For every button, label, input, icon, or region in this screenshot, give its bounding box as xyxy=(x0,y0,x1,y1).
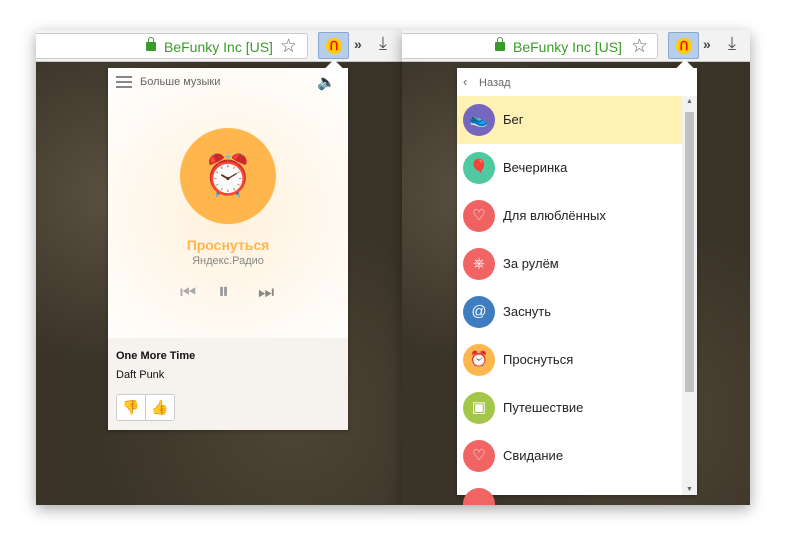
stations-popup: ‹ Назад 👟 Бег 🎈 Вечеринка ♡ Для влюблённых ⎈ За… xyxy=(457,59,697,505)
yandex-radio-extension-button[interactable]: ᑎ xyxy=(668,32,699,59)
station-item[interactable]: ⎈ За рулём xyxy=(457,240,682,288)
station-label: Для влюблённых xyxy=(503,208,606,223)
track-artist: Daft Punk xyxy=(116,369,165,381)
menu-icon[interactable] xyxy=(116,76,132,88)
screenshot-stations: BeFunky Inc [US] ☆ ᑎ » ⤓ ‹ Назад 👟 Бег 🎈 Ве… xyxy=(402,30,750,505)
lock-icon xyxy=(146,37,156,51)
volume-icon[interactable]: 🔈 xyxy=(317,73,336,91)
player-popup: Больше музыки 🔈 ⏰ Проснуться Яндекс.Ради… xyxy=(108,59,348,430)
station-label: Заснуть xyxy=(503,304,551,319)
steering-wheel-icon: ⎈ xyxy=(463,248,495,280)
balloon-icon: 🎈 xyxy=(463,152,495,184)
alarm-clock-icon[interactable]: ⏰ xyxy=(180,128,276,224)
station-item[interactable]: ▣ Путешествие xyxy=(457,384,682,432)
bookmark-star-icon[interactable]: ☆ xyxy=(631,35,648,58)
headphones-icon: ᑎ xyxy=(326,38,342,54)
alarm-clock-icon: ⏰ xyxy=(463,344,495,376)
station-label: Вечеринка xyxy=(503,160,568,175)
pause-icon[interactable]: ⏸ xyxy=(218,278,229,304)
station-label: Проснуться xyxy=(503,352,574,367)
download-icon[interactable]: ⤓ xyxy=(379,33,387,54)
scroll-up-icon[interactable]: ▲ xyxy=(682,98,697,105)
station-name: Проснуться xyxy=(186,237,270,253)
hearts-icon: ♡ xyxy=(463,440,495,472)
station-item[interactable]: @ Заснуть xyxy=(457,288,682,336)
station-item[interactable]: ♡ Для влюблённых xyxy=(457,192,682,240)
overflow-chevron-icon[interactable]: » xyxy=(354,36,362,52)
bookmark-star-icon[interactable]: ☆ xyxy=(280,35,297,58)
spiral-icon: @ xyxy=(463,296,495,328)
download-icon[interactable]: ⤓ xyxy=(728,33,736,54)
site-identity: BeFunky Inc [US] xyxy=(164,39,273,55)
previous-icon[interactable]: ⏮ xyxy=(180,282,196,303)
station-item[interactable]: 👟 Бег xyxy=(457,96,682,144)
yandex-radio-extension-button[interactable]: ᑎ xyxy=(318,32,349,59)
screenshot-player: BeFunky Inc [US] ☆ ᑎ » ⤓ Больше музыки 🔈… xyxy=(36,30,402,505)
backpack-icon: ▣ xyxy=(463,392,495,424)
track-info: One More Time Daft Punk 👎 👍 xyxy=(108,338,348,430)
station-item[interactable] xyxy=(457,480,682,505)
vote-buttons: 👎 👍 xyxy=(116,394,175,421)
station-item[interactable]: ♡ Свидание xyxy=(457,432,682,480)
station-item[interactable]: 🎈 Вечеринка xyxy=(457,144,682,192)
station-source: Яндекс.Радио xyxy=(192,255,264,267)
scrollbar-thumb[interactable] xyxy=(685,112,694,392)
chevron-left-icon: ‹ xyxy=(463,74,468,89)
address-bar[interactable]: BeFunky Inc [US] ☆ xyxy=(36,33,308,59)
back-label: Назад xyxy=(479,77,511,89)
browser-toolbar: BeFunky Inc [US] ☆ ᑎ » ⤓ xyxy=(36,30,402,62)
headphones-icon: ᑎ xyxy=(676,38,692,54)
sneaker-icon: 👟 xyxy=(463,104,495,136)
station-label: Бег xyxy=(503,112,524,127)
station-item[interactable]: ⏰ Проснуться xyxy=(457,336,682,384)
station-list: 👟 Бег 🎈 Вечеринка ♡ Для влюблённых ⎈ За рулём @ З… xyxy=(457,96,682,505)
address-bar[interactable]: BeFunky Inc [US] ☆ xyxy=(402,33,658,59)
like-button[interactable]: 👍 xyxy=(146,395,174,420)
station-label: Путешествие xyxy=(503,400,584,415)
heart-bird-icon: ♡ xyxy=(463,200,495,232)
lock-icon xyxy=(495,37,505,51)
scroll-down-icon[interactable]: ▼ xyxy=(682,486,697,493)
site-identity: BeFunky Inc [US] xyxy=(513,39,622,55)
station-label: За рулём xyxy=(503,256,559,271)
back-button[interactable]: ‹ Назад xyxy=(457,68,697,96)
next-icon[interactable]: ⏭ xyxy=(258,282,274,303)
overflow-chevron-icon[interactable]: » xyxy=(703,36,711,52)
station-label: Свидание xyxy=(503,448,564,463)
more-music-link[interactable]: Больше музыки xyxy=(140,76,220,88)
partial-icon xyxy=(463,488,495,505)
browser-toolbar: BeFunky Inc [US] ☆ ᑎ » ⤓ xyxy=(402,30,750,62)
track-title: One More Time xyxy=(116,350,196,362)
dislike-button[interactable]: 👎 xyxy=(117,395,146,420)
scrollbar[interactable]: ▲ ▼ xyxy=(682,96,697,495)
